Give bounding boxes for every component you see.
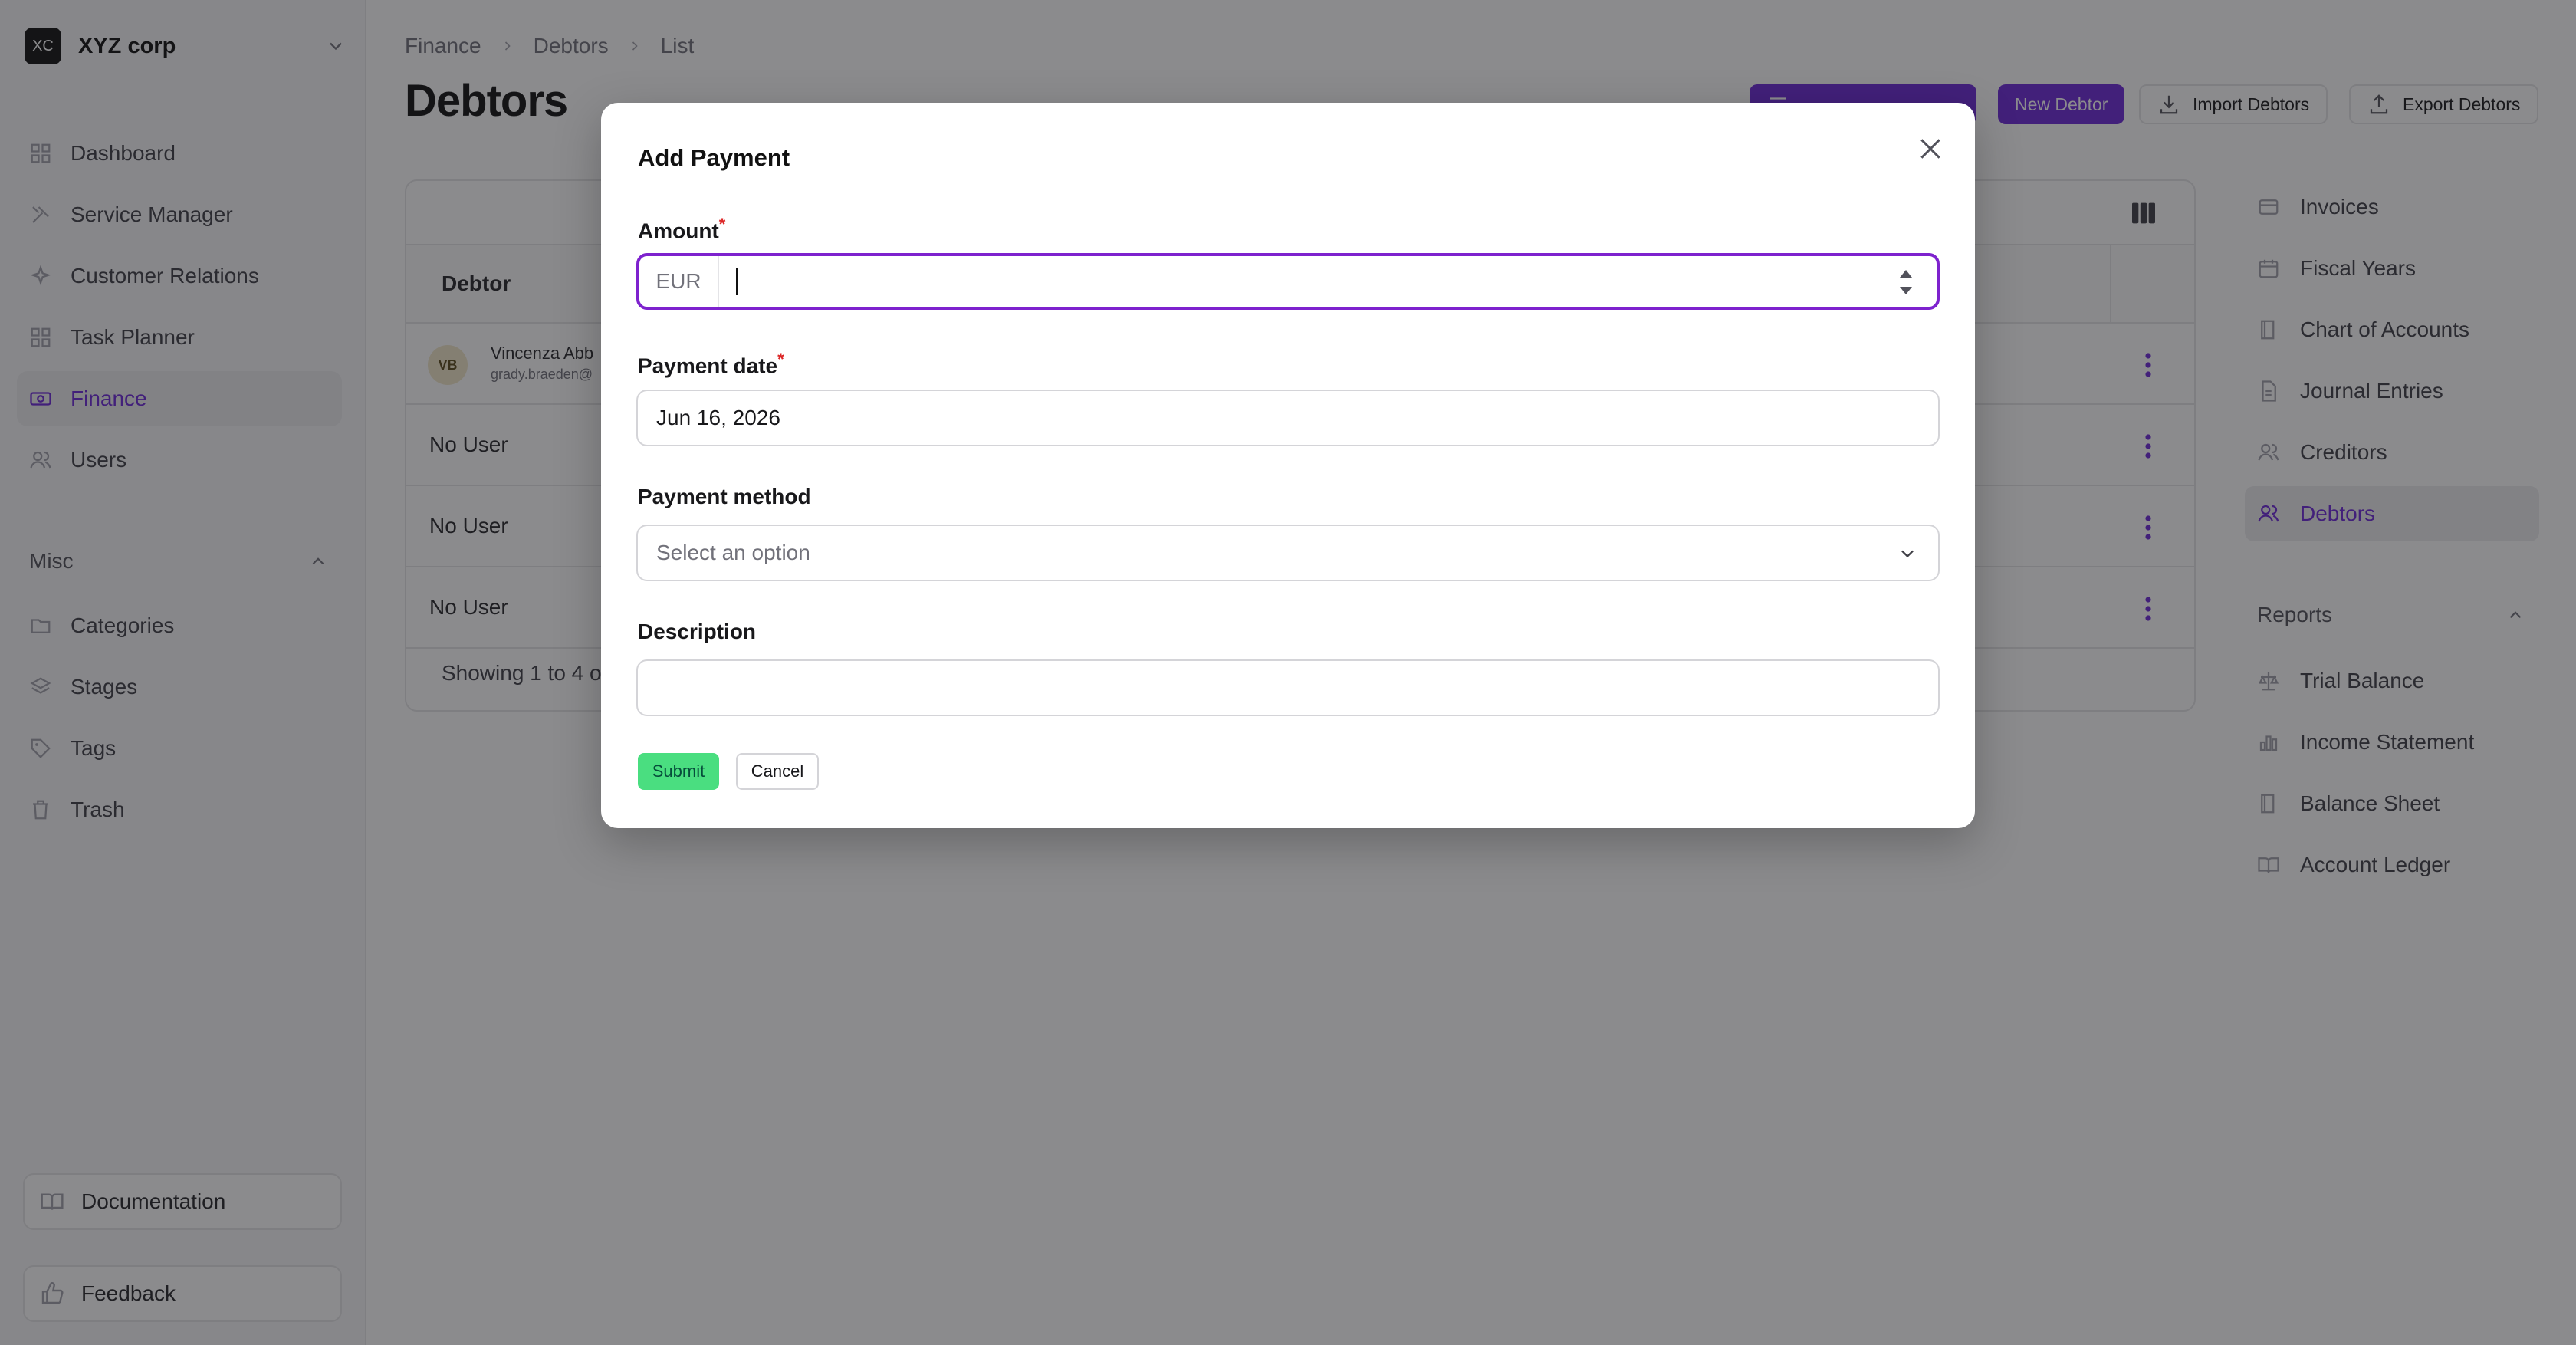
description-label: Description xyxy=(638,620,757,643)
payment-date-label: Payment date* xyxy=(638,350,784,378)
required-mark: * xyxy=(777,350,784,369)
app-window: XC XYZ corp Dashboard Service Manager Cu… xyxy=(0,0,2576,1345)
chevron-down-icon xyxy=(1901,550,1914,558)
amount-field[interactable]: EUR xyxy=(636,253,1940,310)
close-icon[interactable] xyxy=(1915,133,1946,164)
description-field[interactable] xyxy=(636,659,1940,716)
submit-button[interactable]: Submit xyxy=(638,753,719,790)
add-payment-modal: Add Payment Amount* EUR Payment date* Ju… xyxy=(601,103,1975,828)
number-stepper-icon[interactable] xyxy=(1898,265,1914,299)
cancel-button[interactable]: Cancel xyxy=(736,753,819,790)
payment-method-placeholder: Select an option xyxy=(656,541,810,564)
modal-title: Add Payment xyxy=(638,144,790,171)
payment-date-value: Jun 16, 2026 xyxy=(656,406,780,429)
amount-label-text: Amount xyxy=(638,219,719,243)
text-cursor xyxy=(736,268,738,295)
amount-label: Amount* xyxy=(638,215,725,243)
currency-prefix: EUR xyxy=(639,256,719,307)
required-mark: * xyxy=(718,215,726,234)
payment-method-select[interactable]: Select an option xyxy=(636,525,1940,581)
payment-date-field[interactable]: Jun 16, 2026 xyxy=(636,390,1940,446)
payment-date-label-text: Payment date xyxy=(638,354,778,378)
payment-method-label: Payment method xyxy=(638,485,811,508)
